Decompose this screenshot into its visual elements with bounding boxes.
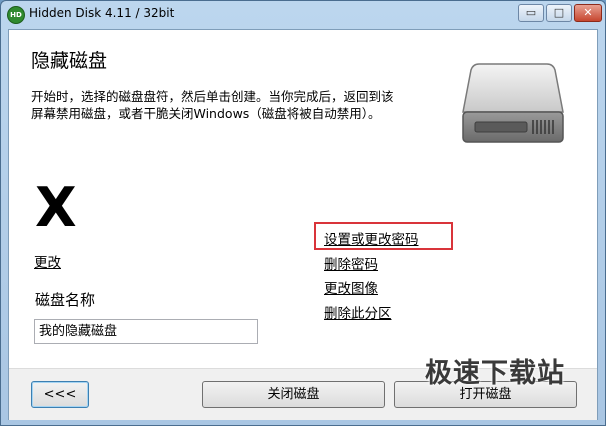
- window-title: Hidden Disk 4.11 / 32bit: [29, 6, 175, 20]
- delete-partition-link[interactable]: 删除此分区: [324, 302, 392, 322]
- description-text: 开始时，选择的磁盘盘符，然后单击创建。当你完成后，返回到该屏幕禁用磁盘，或者干脆…: [31, 89, 394, 121]
- drive-letter: X: [35, 176, 77, 239]
- set-password-link[interactable]: 设置或更改密码: [324, 228, 419, 248]
- app-icon: HD: [7, 6, 25, 24]
- minimize-icon: ▭: [525, 6, 537, 19]
- watermark-text: 极速下载站: [425, 358, 565, 389]
- close-icon: ✕: [583, 6, 593, 19]
- delete-password-link[interactable]: 删除密码: [324, 253, 378, 273]
- change-drive-link[interactable]: 更改: [34, 251, 61, 271]
- disk-name-field[interactable]: 我的隐藏磁盘: [34, 319, 258, 344]
- back-button[interactable]: <<<: [31, 381, 89, 408]
- maximize-icon: □: [553, 6, 565, 19]
- maximize-button[interactable]: □: [546, 4, 572, 22]
- close-button[interactable]: ✕: [574, 4, 602, 22]
- disk-name-label: 磁盘名称: [35, 291, 96, 309]
- close-disk-button[interactable]: 关闭磁盘: [202, 381, 385, 408]
- hard-drive-icon: [462, 63, 564, 143]
- title-bar[interactable]: HD Hidden Disk 4.11 / 32bit ▭ □ ✕: [1, 1, 605, 27]
- app-window: HD Hidden Disk 4.11 / 32bit ▭ □ ✕ 隐藏磁盘 开…: [0, 0, 606, 426]
- page-title: 隐藏磁盘: [31, 50, 108, 72]
- change-image-link[interactable]: 更改图像: [324, 277, 378, 297]
- minimize-button[interactable]: ▭: [518, 4, 544, 22]
